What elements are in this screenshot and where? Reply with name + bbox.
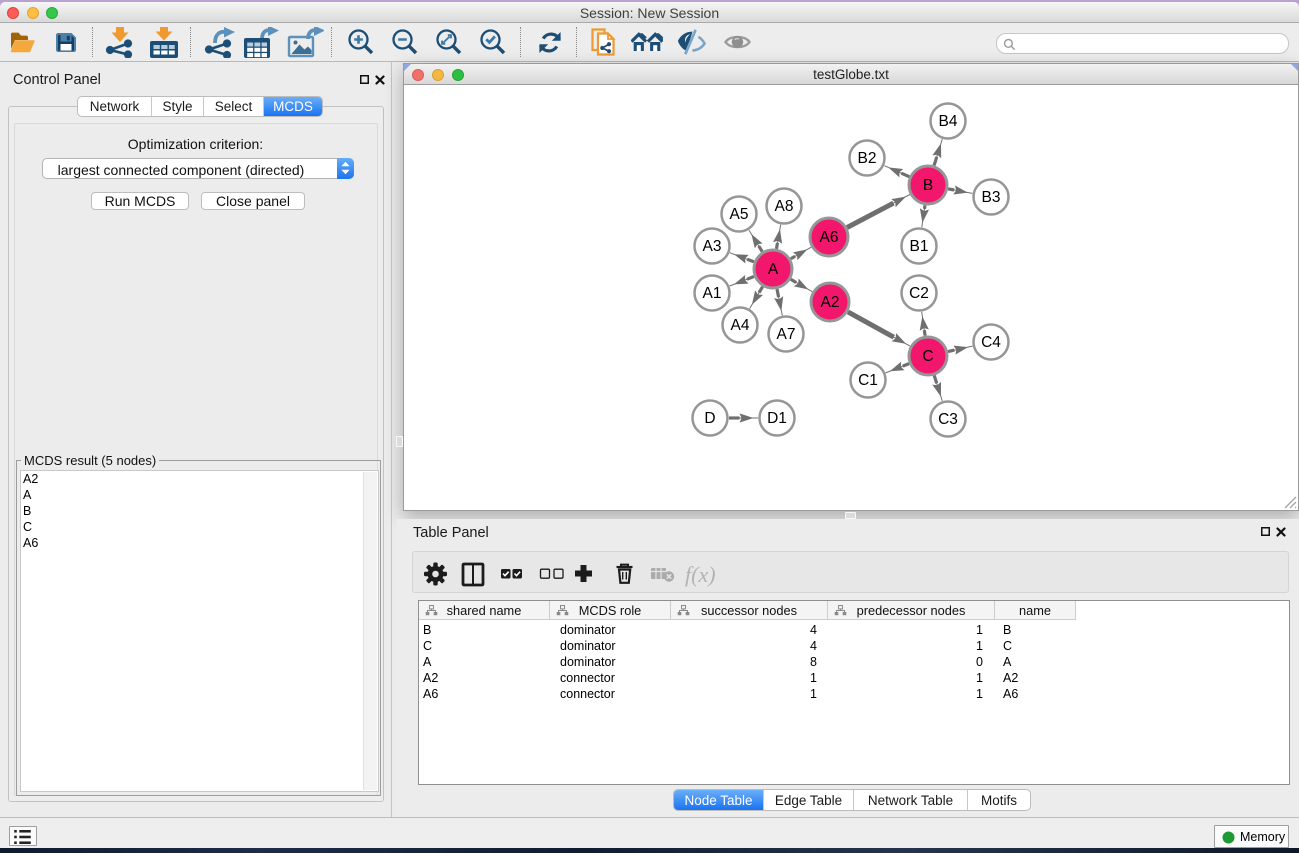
svg-text:C4: C4 bbox=[981, 334, 1001, 351]
svg-text:A4: A4 bbox=[731, 317, 750, 334]
svg-text:C3: C3 bbox=[938, 411, 958, 428]
svg-text:B: B bbox=[923, 177, 933, 194]
svg-text:B4: B4 bbox=[939, 113, 958, 130]
svg-text:A7: A7 bbox=[777, 326, 796, 343]
svg-text:A3: A3 bbox=[703, 238, 722, 255]
svg-text:A5: A5 bbox=[730, 206, 749, 223]
svg-text:A8: A8 bbox=[775, 198, 794, 215]
svg-text:D: D bbox=[704, 410, 715, 427]
svg-text:C2: C2 bbox=[909, 285, 929, 302]
svg-text:D1: D1 bbox=[767, 410, 787, 427]
svg-text:C: C bbox=[922, 348, 933, 365]
svg-text:f(x): f(x) bbox=[685, 562, 716, 587]
svg-text:A6: A6 bbox=[820, 229, 839, 246]
svg-text:B2: B2 bbox=[858, 150, 877, 167]
svg-text:A1: A1 bbox=[703, 285, 722, 302]
svg-text:A: A bbox=[768, 261, 779, 278]
svg-text:C1: C1 bbox=[858, 372, 878, 389]
svg-text:B1: B1 bbox=[910, 238, 929, 255]
svg-text:A2: A2 bbox=[821, 294, 840, 311]
svg-text:B3: B3 bbox=[982, 189, 1001, 206]
